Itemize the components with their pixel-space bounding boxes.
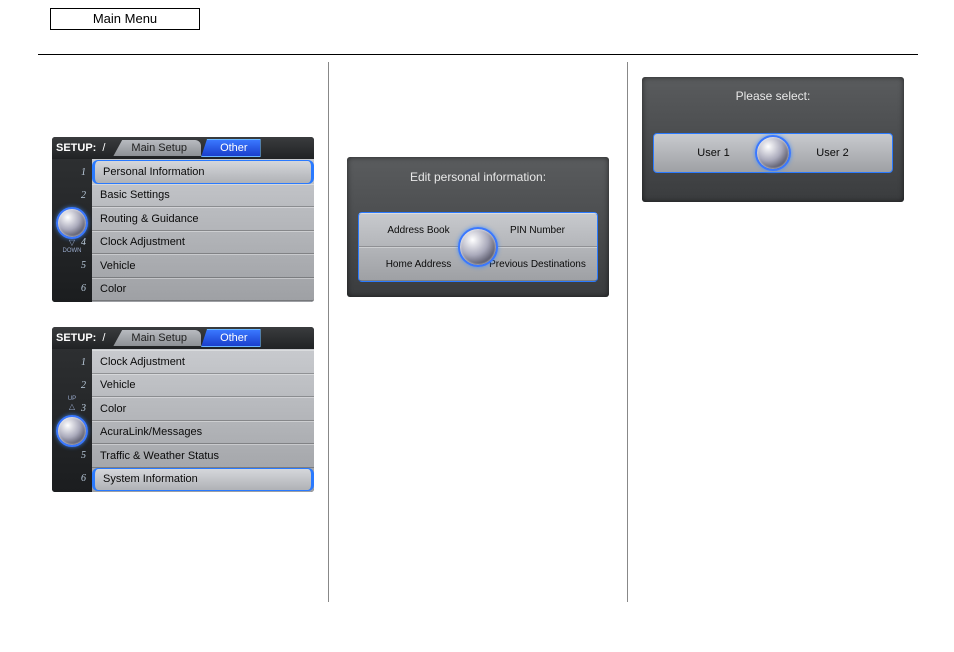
menu-item-system-information[interactable]: System Information [92, 468, 314, 492]
slash: / [102, 142, 105, 154]
column-2: Edit personal information: Address Book … [328, 62, 628, 602]
row-number: 2 [52, 380, 90, 391]
chevron-up-icon: △ [68, 403, 76, 411]
down-arrow-icon[interactable]: ▽ DOWN [63, 239, 82, 255]
user-body: User 1 User 2 [642, 115, 904, 190]
selector-knob[interactable] [56, 207, 88, 239]
knob-column: 1 2 3 4 5 6 ▽ DOWN [52, 159, 92, 302]
menu-item-traffic-weather[interactable]: Traffic & Weather Status [92, 444, 314, 468]
menu-item-clock-adjustment[interactable]: Clock Adjustment [92, 350, 314, 374]
info-body: Address Book Home Address PIN Number Pre… [347, 197, 609, 297]
menu-item-color[interactable]: Color [92, 278, 314, 302]
row-number: 5 [52, 450, 90, 461]
row-number: 1 [52, 167, 90, 178]
chevron-down-icon: ▽ [63, 239, 82, 247]
menu-item-routing-guidance[interactable]: Routing & Guidance [92, 207, 314, 231]
setup-screen-1: SETUP: / Main Setup Other 1 2 3 4 5 6 [52, 137, 314, 302]
user-select-screen: Please select: User 1 User 2 [642, 77, 904, 202]
screen-header: SETUP: / Main Setup Other [52, 327, 314, 349]
tab-other[interactable]: Other [201, 139, 261, 157]
setup-label: SETUP: [56, 142, 96, 154]
up-arrow-icon[interactable]: UP △ [68, 395, 76, 411]
menu-item-vehicle[interactable]: Vehicle [92, 374, 314, 398]
selector-knob[interactable] [755, 135, 791, 171]
tab-other[interactable]: Other [201, 329, 261, 347]
row-number: 2 [52, 190, 90, 201]
selector-knob[interactable] [56, 415, 88, 447]
column-1: SETUP: / Main Setup Other 1 2 3 4 5 6 [38, 62, 328, 602]
knob-column: 1 2 3 4 5 6 UP △ [52, 349, 92, 492]
menu-body: 1 2 3 4 5 6 UP △ Clock Adjustment [52, 349, 314, 492]
row-number: 1 [52, 357, 90, 368]
slash: / [102, 332, 105, 344]
main-menu-button[interactable]: Main Menu [50, 8, 200, 30]
divider [38, 54, 918, 55]
down-label: DOWN [63, 247, 82, 255]
tab-main-setup[interactable]: Main Setup [113, 330, 201, 346]
menu-item-color[interactable]: Color [92, 397, 314, 421]
menu-item-personal-information[interactable]: Personal Information [92, 160, 314, 184]
column-3: Please select: User 1 User 2 [628, 62, 918, 602]
row-number: 6 [52, 283, 90, 294]
tab-main-setup[interactable]: Main Setup [113, 140, 201, 156]
screen-title: Edit personal information: [347, 157, 609, 197]
menu-item-basic-settings[interactable]: Basic Settings [92, 184, 314, 208]
row-number: 5 [52, 260, 90, 271]
menu-item-vehicle[interactable]: Vehicle [92, 254, 314, 278]
setup-screen-2: SETUP: / Main Setup Other 1 2 3 4 5 6 [52, 327, 314, 492]
selector-knob[interactable] [458, 227, 498, 267]
menu-item-acuralink-messages[interactable]: AcuraLink/Messages [92, 421, 314, 445]
screen-title: Please select: [642, 77, 904, 115]
menu-body: 1 2 3 4 5 6 ▽ DOWN Personal Information [52, 159, 314, 302]
setup-label: SETUP: [56, 332, 96, 344]
edit-personal-info-screen: Edit personal information: Address Book … [347, 157, 609, 297]
info-panel: Address Book Home Address PIN Number Pre… [358, 212, 598, 282]
menu-list: Clock Adjustment Vehicle Color AcuraLink… [92, 349, 314, 492]
menu-list: Personal Information Basic Settings Rout… [92, 159, 314, 302]
columns: SETUP: / Main Setup Other 1 2 3 4 5 6 [38, 62, 918, 602]
user-panel: User 1 User 2 [653, 133, 893, 173]
menu-item-clock-adjustment[interactable]: Clock Adjustment [92, 231, 314, 255]
screen-header: SETUP: / Main Setup Other [52, 137, 314, 159]
row-number: 6 [52, 473, 90, 484]
